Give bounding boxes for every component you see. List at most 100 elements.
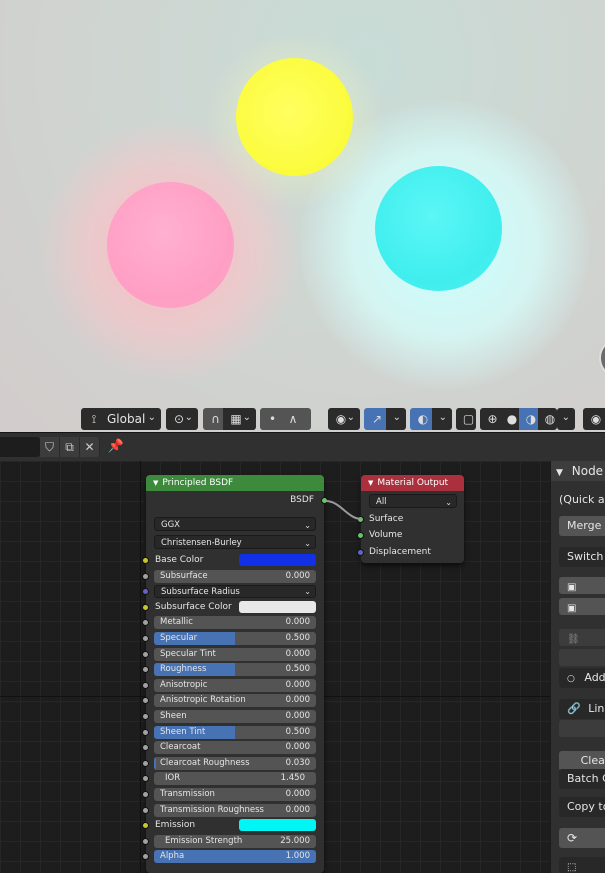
input-socket[interactable] — [142, 682, 149, 689]
surface-input-socket[interactable] — [357, 516, 364, 523]
input-socket[interactable] — [142, 588, 149, 595]
batch-button[interactable]: Batch C — [559, 769, 605, 789]
shading-solid-button[interactable]: ● — [500, 408, 519, 430]
overlays-dropdown[interactable]: ⌄ — [432, 408, 452, 430]
value-slider[interactable]: Specular 0.500 — [154, 632, 316, 645]
value-slider[interactable]: Sheen 0.000 — [154, 710, 316, 723]
3d-viewport[interactable]: ⟟ Global ⌄ ⊙ ⌄ ∩ ▦ ⌄ • ∧ ◉ ⌄ ↗ ⌄ ◐ ⌄ ▢ ⊕… — [0, 0, 605, 432]
value-slider[interactable]: Metallic 0.000 — [154, 616, 316, 629]
snap-toggle[interactable]: ∩ — [203, 408, 223, 430]
yellow-sphere[interactable] — [236, 58, 353, 176]
input-socket[interactable] — [142, 729, 149, 736]
gizmo-toggle[interactable]: ↗ — [364, 408, 386, 430]
value-slider[interactable]: Transmission 0.000 — [154, 788, 316, 801]
input-socket[interactable] — [142, 666, 149, 673]
value-slider[interactable]: Emission Strength 25.000 — [154, 835, 316, 848]
value-slider[interactable]: Anisotropic Rotation 0.000 — [154, 694, 316, 707]
input-socket[interactable] — [142, 822, 149, 829]
input-socket[interactable] — [142, 853, 149, 860]
value-slider[interactable]: Clearcoat Roughness 0.030 — [154, 757, 316, 770]
bottom-tool-button[interactable]: ⬚ — [559, 857, 605, 873]
node-canvas[interactable]: ▼ Principled BSDF BSDF GGX ⌄ Christensen-… — [0, 461, 550, 873]
node-tool-button-2[interactable]: ▣ — [559, 598, 605, 615]
input-socket[interactable] — [142, 807, 149, 814]
input-socket[interactable] — [142, 791, 149, 798]
value-slider[interactable]: Roughness 0.500 — [154, 663, 316, 676]
overlays-toggle[interactable]: ◐ — [410, 408, 432, 430]
color-swatch[interactable] — [239, 554, 316, 566]
cyan-sphere[interactable] — [375, 166, 502, 291]
principled-bsdf-header[interactable]: ▼ Principled BSDF — [146, 475, 324, 491]
shading-material-button[interactable]: ◑ — [519, 408, 538, 430]
node-tool-button-1[interactable]: ▣ — [559, 577, 605, 594]
input-socket[interactable] — [142, 619, 149, 626]
input-socket[interactable] — [142, 604, 149, 611]
input-socket[interactable] — [142, 744, 149, 751]
bsdf-to-surface-link[interactable] — [325, 500, 362, 520]
bsdf-output-socket[interactable] — [321, 497, 328, 504]
pin-icon: 📌 — [107, 439, 125, 454]
proportional-falloff-button[interactable]: ∧ — [280, 408, 311, 430]
gizmo-dropdown[interactable]: ⌄ — [386, 408, 406, 430]
link-button[interactable]: 🔗 Link — [559, 699, 605, 719]
volume-input-socket[interactable] — [357, 532, 364, 539]
unlink-material-button[interactable]: ✕ — [80, 437, 100, 457]
value-slider[interactable]: Specular Tint 0.000 — [154, 648, 316, 661]
node-panel-header[interactable]: ▼ Node — [551, 461, 605, 481]
distribution-dropdown[interactable]: GGX ⌄ — [154, 517, 316, 531]
transform-orientation-dropdown[interactable]: ⟟ Global ⌄ — [81, 408, 161, 430]
detach-button[interactable]: ⛓ — [559, 629, 605, 646]
material-name-field[interactable] — [0, 437, 40, 457]
pin-button[interactable]: 📌 — [107, 438, 125, 456]
shading-dropdown[interactable]: ⌄ — [557, 408, 575, 430]
new-material-button[interactable]: ⧉ — [60, 437, 80, 457]
collapse-triangle-icon[interactable]: ▼ — [153, 479, 158, 487]
add-button[interactable]: ○ Add — [559, 668, 605, 688]
refresh-button[interactable]: ⟳ — [559, 828, 605, 848]
value-slider[interactable]: Anisotropic 0.000 — [154, 679, 316, 692]
input-socket[interactable] — [142, 651, 149, 658]
viewport-visibility-button[interactable]: ◉ — [583, 408, 605, 430]
merge-button[interactable]: Merge S — [559, 516, 605, 536]
link-sub-button[interactable] — [559, 720, 605, 737]
fake-user-button[interactable]: ⛉ — [40, 437, 60, 457]
output-target-dropdown[interactable]: All ⌄ — [369, 494, 457, 508]
value-slider[interactable]: IOR 1.450 — [154, 772, 316, 785]
material-output-node[interactable]: ▼ Material Output All ⌄ Surface Volume Di… — [357, 475, 464, 563]
visibility-dropdown[interactable]: ◉ ⌄ — [328, 408, 360, 430]
input-socket[interactable] — [142, 838, 149, 845]
value-slider[interactable]: Clearcoat 0.000 — [154, 741, 316, 754]
shading-wireframe-button[interactable]: ⊕ — [480, 408, 500, 430]
value-slider[interactable]: Sheen Tint 0.500 — [154, 726, 316, 739]
input-socket[interactable] — [142, 760, 149, 767]
vector-dropdown[interactable]: Subsurface Radius ⌄ — [154, 585, 316, 598]
subsurface-method-dropdown[interactable]: Christensen-Burley ⌄ — [154, 535, 316, 549]
collapse-triangle-icon[interactable]: ▼ — [368, 479, 373, 487]
input-socket[interactable] — [142, 573, 149, 580]
shading-rendered-button[interactable]: ◍ — [538, 408, 557, 430]
value-slider[interactable]: Subsurface 0.000 — [154, 570, 316, 583]
input-socket[interactable] — [142, 557, 149, 564]
value-slider[interactable]: Alpha 1.000 — [154, 850, 316, 863]
pivot-point-dropdown[interactable]: ⊙ ⌄ — [166, 408, 198, 430]
pink-sphere[interactable] — [107, 182, 234, 308]
input-socket[interactable] — [142, 713, 149, 720]
navigation-gizmo[interactable] — [599, 338, 605, 378]
principled-bsdf-node[interactable]: ▼ Principled BSDF BSDF GGX ⌄ Christensen-… — [142, 475, 328, 873]
color-swatch[interactable] — [239, 601, 316, 613]
proportional-edit-toggle[interactable]: • — [260, 408, 280, 430]
clear-button[interactable]: Clear — [559, 751, 605, 771]
copy-to-button[interactable]: Copy to — [559, 797, 605, 817]
xray-toggle[interactable]: ▢ — [456, 408, 476, 430]
input-socket[interactable] — [142, 697, 149, 704]
snap-target-dropdown[interactable]: ▦ ⌄ — [223, 408, 256, 430]
color-swatch[interactable] — [239, 819, 316, 831]
value-slider[interactable]: Transmission Roughness 0.000 — [154, 804, 316, 817]
material-output-title: Material Output — [377, 478, 449, 488]
material-output-header[interactable]: ▼ Material Output — [361, 475, 464, 491]
switch-button[interactable]: Switch l — [559, 547, 605, 567]
disabled-tool-button[interactable] — [559, 649, 605, 666]
displacement-input-socket[interactable] — [357, 549, 364, 556]
input-socket[interactable] — [142, 635, 149, 642]
input-socket[interactable] — [142, 775, 149, 782]
